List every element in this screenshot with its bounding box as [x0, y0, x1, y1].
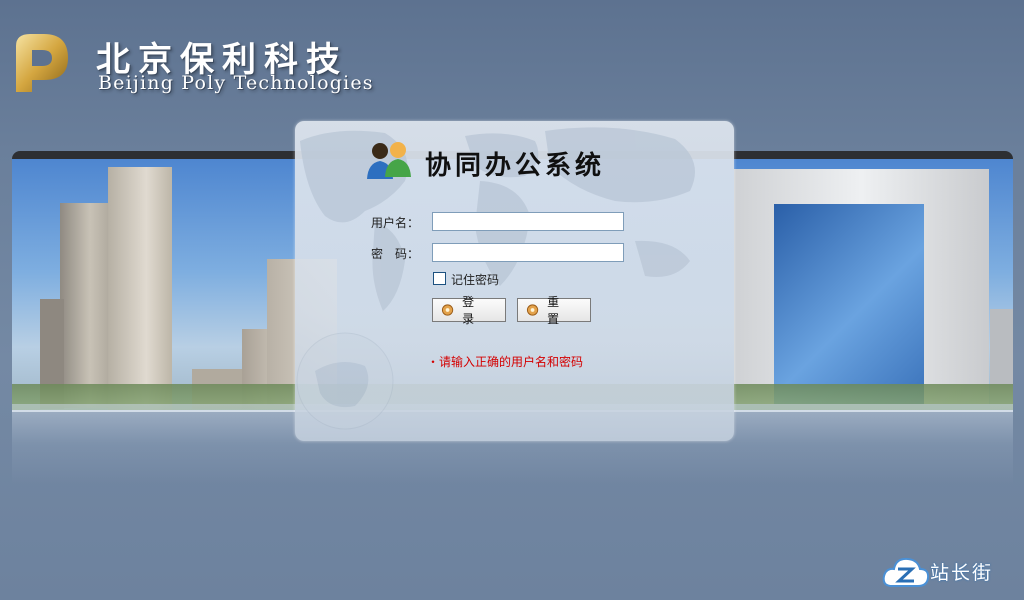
poly-p-logo-icon [16, 34, 68, 92]
remember-password-label: 记住密码 [451, 273, 500, 287]
reset-button-label: 重 置 [547, 295, 566, 326]
username-label: 用户名： [371, 216, 420, 230]
login-button[interactable]: 登 录 [432, 295, 506, 326]
users-icon [367, 142, 411, 179]
company-logo: 北京保利科技 Beijing Poly Technologies [12, 30, 392, 100]
company-name-en: Beijing Poly Technologies [98, 72, 374, 94]
watermark: 站长街 [882, 552, 1022, 596]
gear-icon [526, 304, 539, 316]
reset-button[interactable]: 重 置 [517, 295, 591, 326]
remember-password-checkbox[interactable] [433, 272, 446, 285]
cloud-z-icon [882, 557, 930, 587]
system-title: 协同办公系统 [425, 151, 606, 181]
login-panel: 协同办公系统 用户名： 密 码： 记住密码 登 录 重 置 ・请输入正确的用户名… [295, 121, 734, 441]
password-label: 密 码： [371, 247, 420, 261]
watermark-text: 站长街 [930, 562, 994, 584]
password-input[interactable] [432, 243, 624, 262]
login-button-label: 登 录 [462, 295, 481, 326]
gear-icon [441, 304, 454, 316]
error-message: ・请输入正确的用户名和密码 [427, 355, 584, 369]
username-input[interactable] [432, 212, 624, 231]
